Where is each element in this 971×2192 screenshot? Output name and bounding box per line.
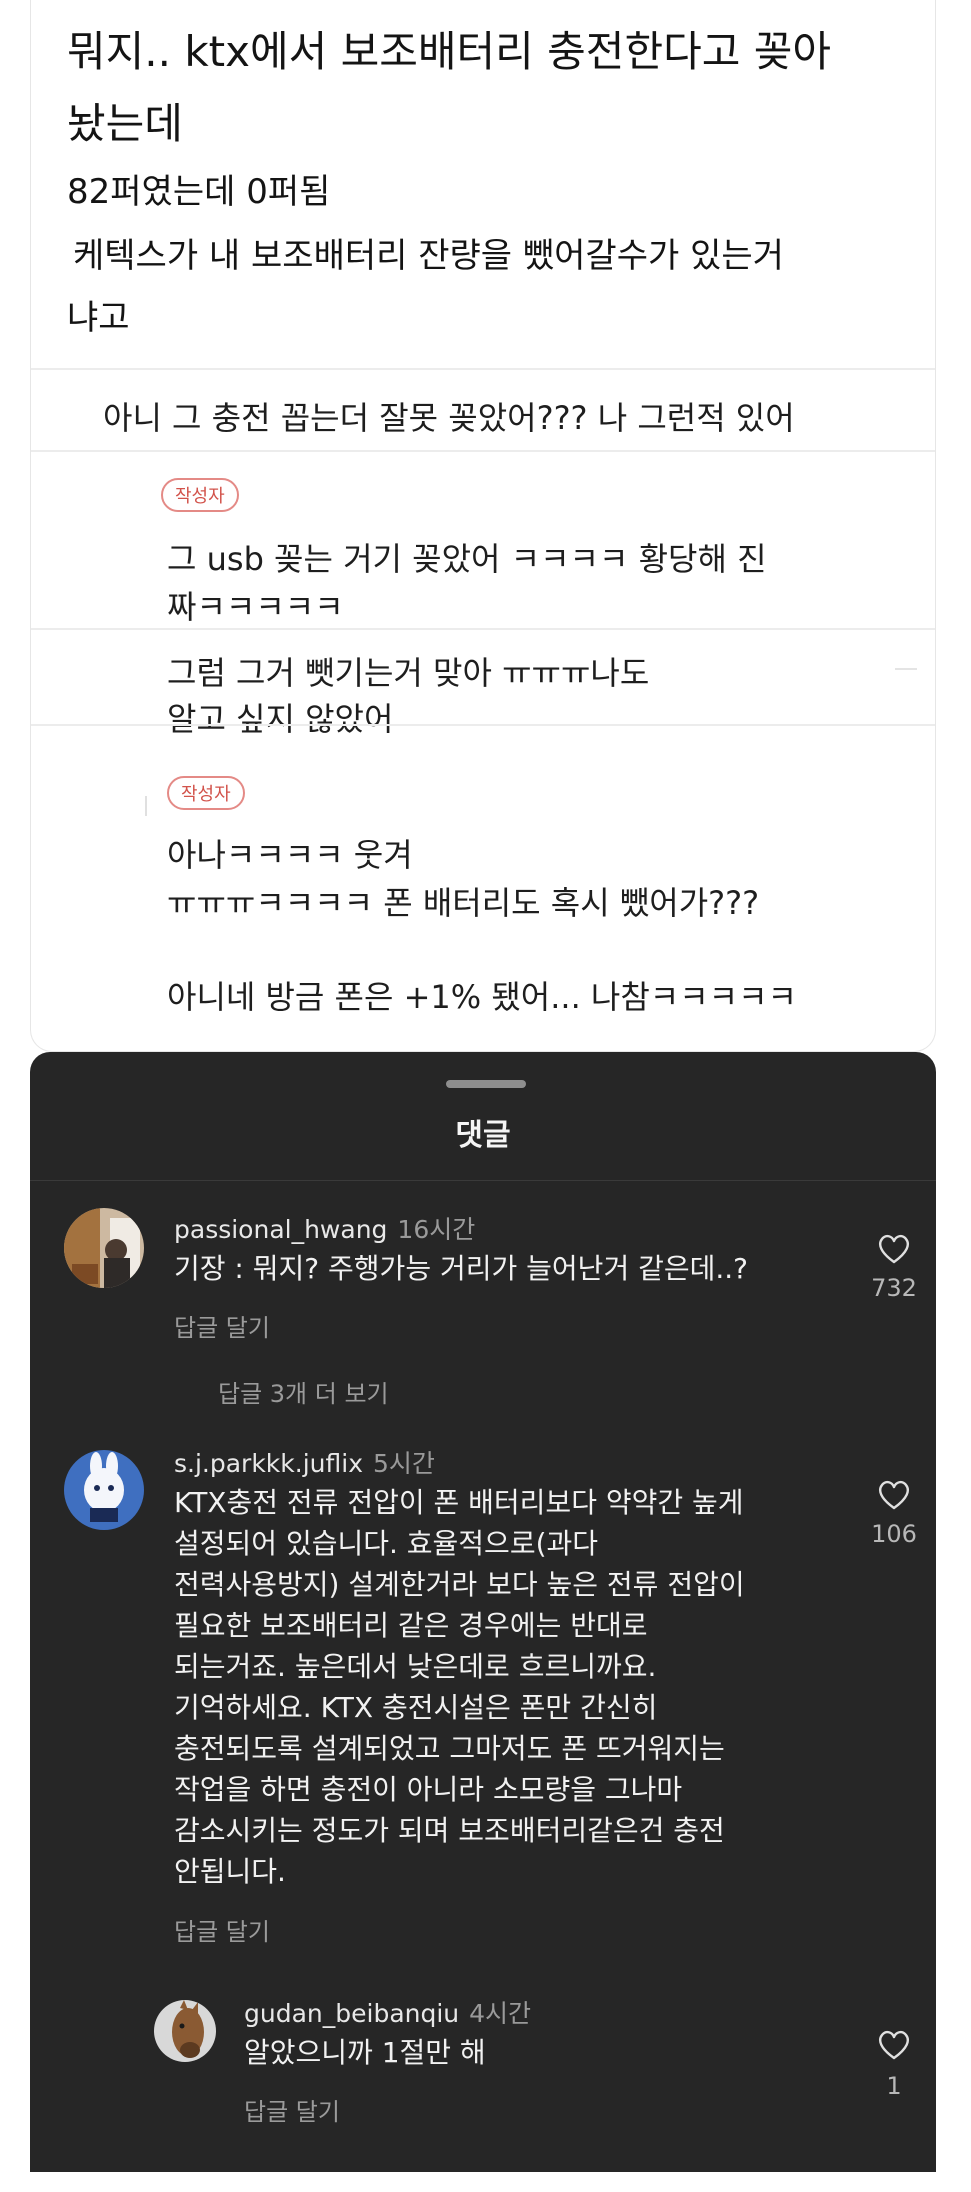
comment-text: 그 usb 꽂는 거기 꽂았어 ㅋㅋㅋㅋ 황당해 진 <box>167 540 767 578</box>
comment-text: 전력사용방지) 설계한거라 보다 높은 전류 전압이 <box>174 1568 745 1601</box>
comment-text: 감소시키는 정도가 되며 보조배터리같은건 충전 <box>174 1814 725 1847</box>
avatar[interactable] <box>64 1208 144 1288</box>
reply-button[interactable]: 답글 달기 <box>244 2092 340 2127</box>
author-badge: 작성자 <box>167 776 245 810</box>
comment-text: ㅠㅠㅠㅋㅋㅋㅋ 폰 배터리도 혹시 뺐어가??? <box>167 884 760 922</box>
comment-username[interactable]: passional_hwang 16시간 <box>174 1210 475 1246</box>
reply-button[interactable]: 답글 달기 <box>174 1308 270 1343</box>
post-title-line2: 놨는데 <box>67 99 183 148</box>
comment-text: 아니 그 충전 꼽는더 잘못 꽂았어??? 나 그런적 있어 <box>103 399 795 437</box>
collapse-dash-icon <box>895 668 917 670</box>
comment-text: 짜ㅋㅋㅋㅋㅋ <box>167 588 344 626</box>
comment-text: KTX충전 전류 전압이 폰 배터리보다 약약간 높게 <box>174 1486 744 1519</box>
post-body-line1: 82퍼였는데 0퍼됨 <box>67 172 331 212</box>
like-count: 1 <box>886 2072 902 2100</box>
comment-text: 아나ㅋㅋㅋㅋ 웃겨 <box>167 836 413 874</box>
comment-text: 충전되도록 설계되었고 그마저도 폰 뜨거워지는 <box>174 1732 725 1765</box>
view-more-replies-button[interactable]: 답글 3개 더 보기 <box>218 1374 389 1409</box>
comment-timestamp: 4시간 <box>469 1999 532 2028</box>
comment-text: 필요한 보조배터리 같은 경우에는 반대로 <box>174 1609 648 1642</box>
post-title-line1: 뭐지.. ktx에서 보조배터리 충전한다고 꽂아 <box>67 27 831 76</box>
like-count: 106 <box>871 1520 917 1548</box>
divider <box>31 368 935 370</box>
author-badge: 작성자 <box>161 478 239 512</box>
comment-text: 설정되어 있습니다. 효율적으로(과다 <box>174 1527 599 1560</box>
comment-timestamp: 5시간 <box>373 1449 435 1478</box>
heart-icon[interactable] <box>876 2028 912 2060</box>
heart-icon[interactable] <box>876 1478 912 1510</box>
comment-timestamp: 16시간 <box>397 1215 476 1244</box>
comment-text: 아니네 방금 폰은 +1% 됐어... 나참ㅋㅋㅋㅋㅋ <box>167 978 797 1016</box>
comment-text: 그럼 그거 뺏기는거 맞아 ㅠㅠㅠ나도 <box>167 654 650 692</box>
avatar[interactable] <box>154 2000 216 2062</box>
divider <box>31 628 935 630</box>
comment-username[interactable]: s.j.parkkk.juflix 5시간 <box>174 1444 435 1480</box>
heart-icon[interactable] <box>876 1232 912 1264</box>
like-count: 732 <box>871 1274 917 1302</box>
comment-text: 기장 : 뭐지? 주행가능 거리가 늘어난거 같은데..? <box>174 1252 749 1285</box>
comment-text: 되는거죠. 높은데서 낮은데로 흐르니까요. <box>174 1650 657 1683</box>
post-body-line3: 냐고 <box>67 298 130 338</box>
thread-line <box>145 796 147 816</box>
comment-text: 안됩니다. <box>174 1855 286 1888</box>
post-body-line2: 케텍스가 내 보조배터리 잔량을 뺐어갈수가 있는거 <box>73 236 784 276</box>
reply-button[interactable]: 답글 달기 <box>174 1912 270 1947</box>
comments-sheet: 댓글 passional_hwang 16시간 기장 : 뭐지? 주행가능 거리가… <box>30 1052 936 2172</box>
sheet-title: 댓글 <box>455 1118 511 1153</box>
comment-username[interactable]: gudan_beibanqiu 4시간 <box>244 1994 531 2030</box>
community-post: 뭐지.. ktx에서 보조배터리 충전한다고 꽂아 놨는데 82퍼였는데 0퍼됨… <box>30 0 936 1052</box>
comment-text: 알고 싶지 않았어 <box>167 700 394 738</box>
drag-handle[interactable] <box>446 1080 526 1088</box>
divider <box>31 724 935 726</box>
avatar[interactable] <box>64 1450 144 1530</box>
comment-text: 알았으니까 1절만 해 <box>244 2036 486 2069</box>
divider <box>31 450 935 452</box>
comment-text: 기억하세요. KTX 충전시설은 폰만 간신히 <box>174 1691 658 1724</box>
comment-text: 작업을 하면 충전이 아니라 소모량을 그나마 <box>174 1773 683 1806</box>
divider <box>30 1180 936 1181</box>
